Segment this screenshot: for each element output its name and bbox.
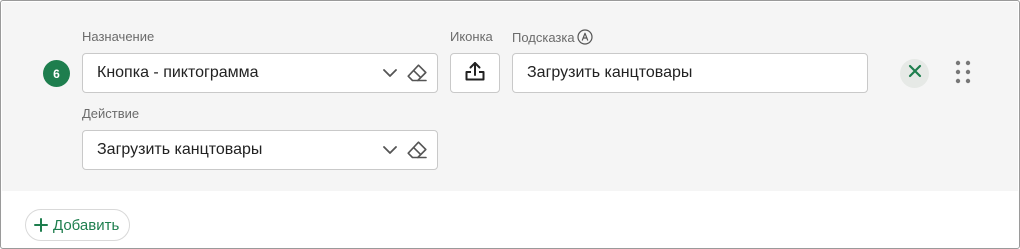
add-button[interactable]: Добавить — [25, 209, 131, 241]
chevron-down-icon[interactable] — [379, 62, 401, 84]
row-number-badge: 6 — [43, 60, 70, 87]
eraser-icon[interactable] — [405, 138, 429, 162]
purpose-select[interactable]: Кнопка - пиктограмма — [82, 53, 438, 93]
hint-input[interactable]: Загрузить канцтовары — [512, 53, 868, 93]
purpose-value: Кнопка - пиктограмма — [97, 64, 259, 81]
hint-value: Загрузить канцтовары — [527, 64, 693, 81]
hint-label: Подсказка — [512, 29, 575, 45]
info-icon[interactable] — [577, 29, 593, 45]
upload-icon — [464, 60, 486, 87]
icon-label: Иконка — [450, 29, 493, 44]
chevron-down-icon[interactable] — [379, 139, 401, 161]
drag-handle-icon[interactable] — [954, 60, 974, 86]
action-select[interactable]: Загрузить канцтовары — [82, 130, 438, 170]
icon-picker-button[interactable] — [450, 53, 500, 93]
action-label: Действие — [82, 106, 140, 121]
plus-icon — [34, 218, 48, 232]
close-icon — [908, 64, 922, 83]
eraser-icon[interactable] — [405, 61, 429, 85]
add-button-label: Добавить — [53, 216, 120, 234]
rows-editor: 6 Назначение Кнопка - пиктограмма Иконка — [0, 0, 1020, 249]
row-item: 6 Назначение Кнопка - пиктограмма Иконка — [2, 2, 1018, 191]
remove-row-button[interactable] — [900, 59, 929, 88]
purpose-label: Назначение — [82, 29, 155, 44]
hint-label-group: Подсказка — [512, 29, 593, 45]
action-value: Загрузить канцтовары — [97, 141, 263, 158]
